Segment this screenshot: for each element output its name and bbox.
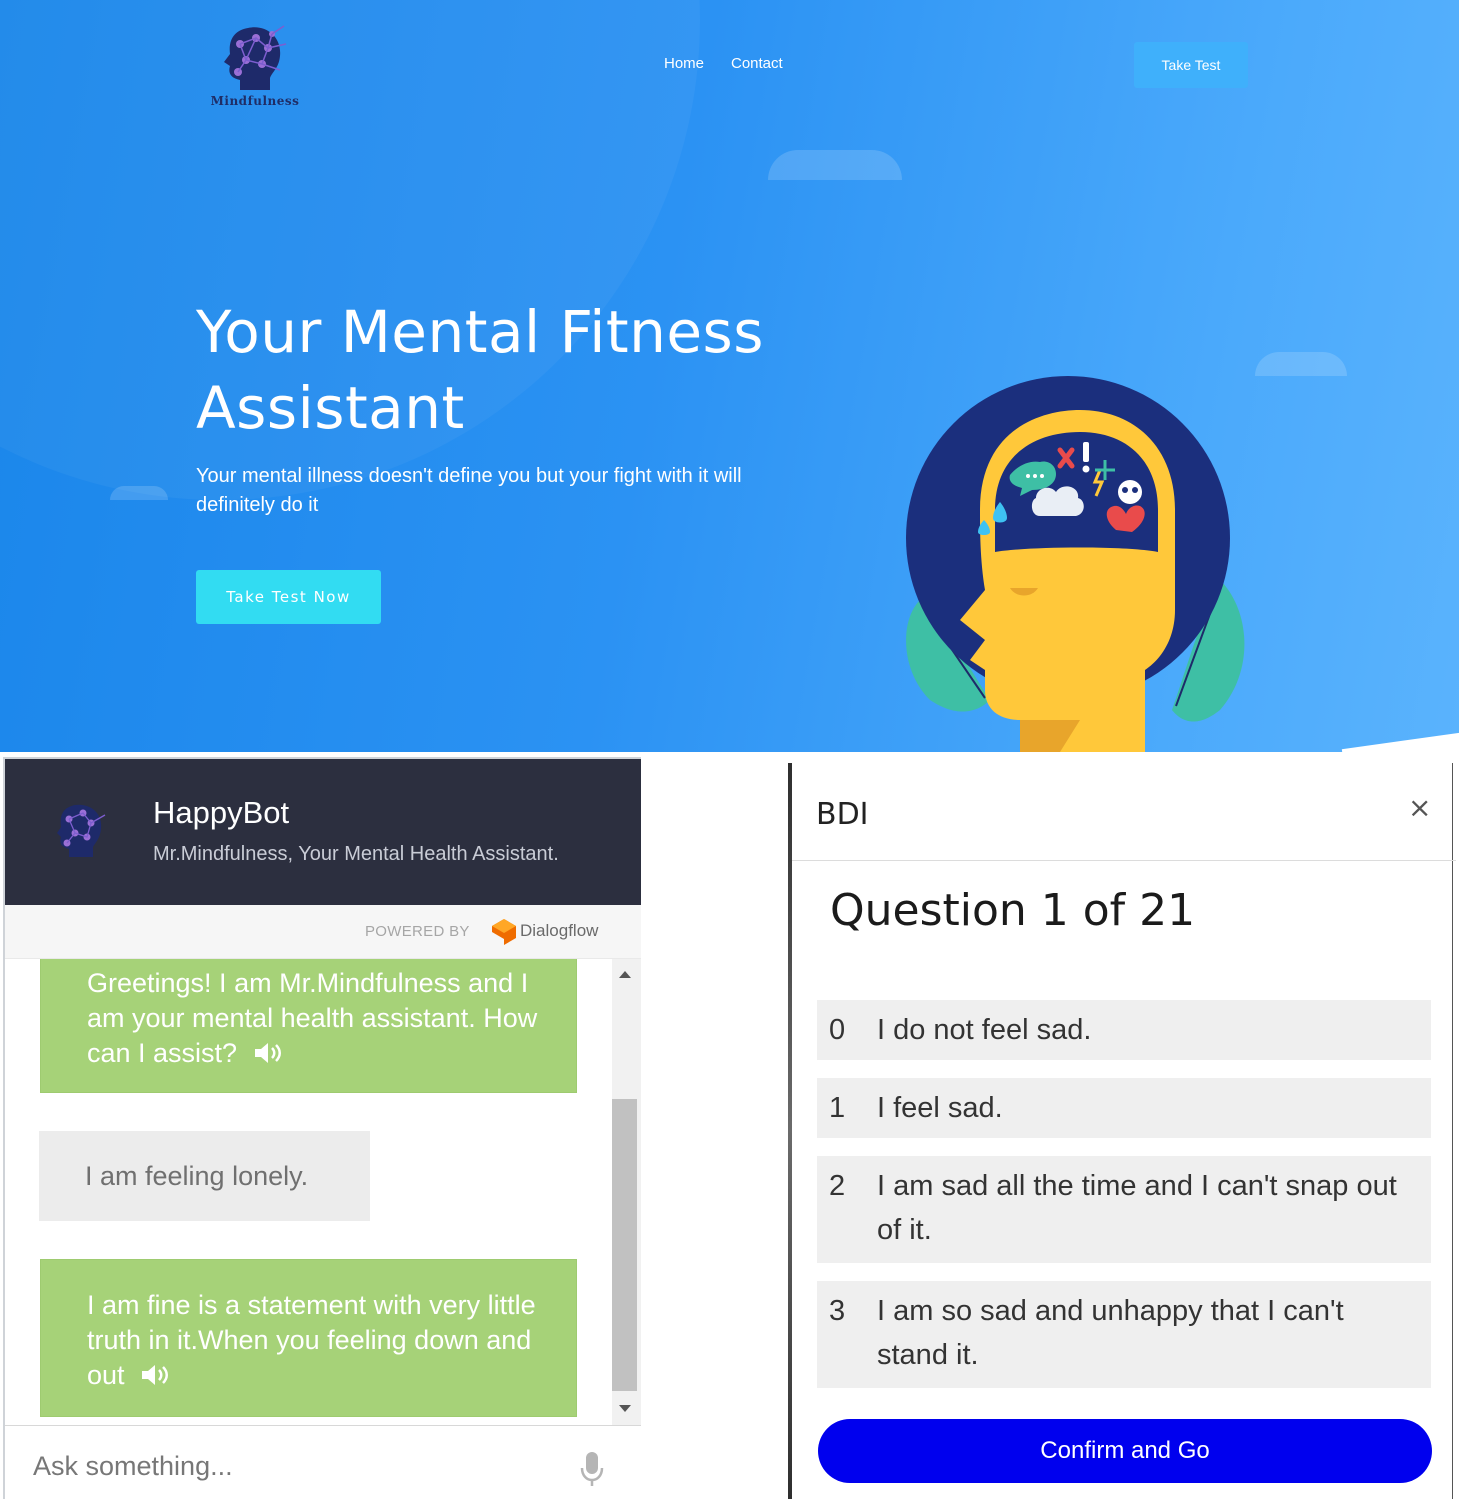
hero-title: Your Mental Fitness Assistant [196,294,836,446]
chat-header: HappyBot Mr.Mindfulness, Your Mental Hea… [5,759,641,905]
modal-divider [792,860,1456,861]
hero-title-line1: Your Mental Fitness [196,298,764,366]
hero-title-line2: Assistant [196,374,465,442]
bot-avatar-icon [57,804,106,857]
option-text: I am so sad and unhappy that I can't sta… [877,1295,1344,1371]
option-text: I do not feel sad. [877,1014,1092,1046]
bot-message-text: Greetings! I am Mr.Mindfulness and I am … [87,968,538,1068]
scrollbar-thumb[interactable] [612,1099,637,1391]
nav-home-link[interactable]: Home [664,55,704,72]
chat-subtitle: Mr.Mindfulness, Your Mental Health Assis… [153,843,559,865]
user-message: I am feeling lonely. [39,1131,370,1221]
chat-title: HappyBot [153,795,290,830]
hero-section: Mindfulness Home Contact Take Test Your … [0,0,1459,752]
user-message-text: I am feeling lonely. [85,1160,309,1191]
mental-health-head-illustration [906,376,1245,752]
logo-text: Mindfulness [210,94,300,108]
hero-bottom-slant [1341,732,1459,752]
message-list[interactable]: Greetings! I am Mr.Mindfulness and I am … [5,959,641,1425]
scroll-up-arrow-icon[interactable] [619,971,631,978]
cloud-decoration [110,486,168,500]
confirm-and-go-button[interactable]: Confirm and Go [818,1419,1432,1483]
dialogflow-label: Dialogflow [520,921,599,940]
bot-message: Greetings! I am Mr.Mindfulness and I am … [40,959,577,1093]
answer-option-0[interactable]: 0 I do not feel sad. [817,1000,1431,1060]
answer-option-2[interactable]: 2 I am sad all the time and I can't snap… [817,1156,1431,1263]
dialogflow-icon [492,919,516,945]
answer-option-1[interactable]: 1 I feel sad. [817,1078,1431,1138]
chatbot-widget: HappyBot Mr.Mindfulness, Your Mental Hea… [3,757,641,1501]
scroll-down-arrow-icon[interactable] [619,1405,631,1412]
option-text: I feel sad. [877,1092,1003,1124]
chat-input-bar [5,1425,641,1501]
option-value: 3 [829,1295,846,1327]
take-test-button[interactable]: Take Test [1134,42,1248,88]
mindfulness-logo[interactable]: Mindfulness [210,16,300,112]
chat-input[interactable] [33,1446,553,1486]
option-value: 0 [829,1014,846,1046]
take-test-now-button[interactable]: Take Test Now [196,570,381,624]
bot-message: I am fine is a statement with very littl… [40,1259,577,1417]
powered-by-label: POWERED BY [365,923,470,940]
close-icon[interactable]: × [1408,791,1431,824]
question-counter: Question 1 of 21 [830,885,1196,936]
head-network-icon [224,25,287,90]
speaker-icon[interactable] [253,1041,283,1065]
microphone-icon[interactable] [578,1450,606,1488]
bdi-modal: BDI × Question 1 of 21 0 I do not feel s… [788,763,1456,1499]
nav-contact-link[interactable]: Contact [731,55,783,72]
modal-backdrop-edge [788,763,792,1499]
answer-option-3[interactable]: 3 I am so sad and unhappy that I can't s… [817,1281,1431,1388]
speaker-icon[interactable] [140,1363,170,1387]
option-value: 2 [829,1170,846,1202]
powered-by-bar: POWERED BY Dialogflow [5,905,641,959]
option-text: I am sad all the time and I can't snap o… [877,1170,1397,1246]
hero-subtitle: Your mental illness doesn't define you b… [196,465,742,516]
option-value: 1 [829,1092,846,1124]
cloud-decoration [768,150,902,180]
modal-title: BDI [816,797,869,832]
